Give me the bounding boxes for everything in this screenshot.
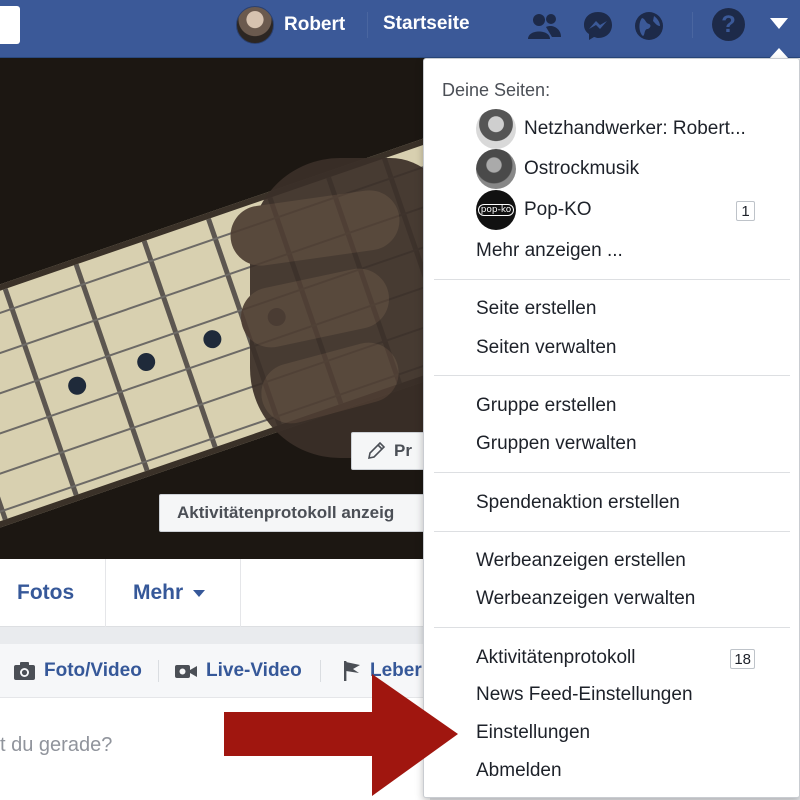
manage-pages-item[interactable]: Seiten verwalten bbox=[476, 337, 616, 359]
activity-log-item[interactable]: Aktivitätenprotokoll bbox=[476, 647, 635, 669]
manage-ads-item[interactable]: Werbeanzeigen verwalten bbox=[476, 588, 695, 610]
account-menu-caret-icon[interactable] bbox=[770, 18, 788, 29]
menu-separator bbox=[434, 627, 790, 628]
chevron-down-icon bbox=[193, 589, 206, 597]
nav-divider bbox=[692, 12, 693, 38]
menu-separator bbox=[434, 375, 790, 376]
manage-groups-item[interactable]: Gruppen verwalten bbox=[476, 433, 637, 455]
pop-ko-logo: pop-ko bbox=[477, 204, 515, 216]
activity-log-badge: 18 bbox=[730, 649, 755, 669]
avatar bbox=[236, 6, 274, 44]
action-divider bbox=[158, 660, 159, 682]
friends-icon[interactable] bbox=[526, 8, 562, 44]
action-label: Foto/Video bbox=[44, 660, 142, 681]
profile-link[interactable]: Robert bbox=[236, 6, 346, 44]
composer-placeholder: t du gerade? bbox=[0, 734, 113, 756]
menu-separator bbox=[434, 531, 790, 532]
photo-video-button[interactable]: Foto/Video bbox=[13, 644, 142, 698]
pages-header: Deine Seiten: bbox=[442, 80, 551, 100]
tab-fotos[interactable]: Fotos bbox=[17, 559, 74, 627]
page-name: Pop-KO bbox=[524, 199, 592, 220]
pencil-icon bbox=[367, 441, 386, 460]
page-item-netzhandwerker[interactable]: Netzhandwerker: Robert... bbox=[476, 109, 786, 149]
tab-label: Fotos bbox=[17, 581, 75, 604]
page-item-ostrockmusik[interactable]: Ostrockmusik bbox=[476, 149, 786, 189]
account-dropdown-menu: Deine Seiten: Netzhandwerker: Robert... … bbox=[423, 58, 800, 798]
nav-divider bbox=[240, 559, 241, 627]
hand-image bbox=[226, 158, 430, 458]
home-link[interactable]: Startseite bbox=[383, 13, 470, 35]
create-page-item[interactable]: Seite erstellen bbox=[476, 298, 596, 320]
edit-profile-label: Pr bbox=[394, 441, 412, 460]
news-feed-settings-item[interactable]: News Feed-Einstellungen bbox=[476, 684, 693, 706]
video-camera-icon bbox=[174, 662, 198, 680]
settings-item[interactable]: Einstellungen bbox=[476, 722, 590, 744]
red-arrow-annotation bbox=[224, 674, 458, 796]
messenger-icon[interactable] bbox=[580, 8, 616, 44]
page-name: Ostrockmusik bbox=[524, 158, 640, 179]
page-avatar bbox=[476, 149, 516, 189]
create-fundraiser-item[interactable]: Spendenaktion erstellen bbox=[476, 492, 680, 514]
view-activity-log-button[interactable]: Aktivitätenprotokoll anzeig bbox=[159, 494, 439, 532]
page-name: Netzhandwerker: Robert... bbox=[524, 118, 746, 139]
create-group-item[interactable]: Gruppe erstellen bbox=[476, 395, 616, 417]
more-pages-link[interactable]: Mehr anzeigen ... bbox=[476, 240, 623, 262]
page-avatar: pop-ko bbox=[476, 190, 516, 230]
profile-name: Robert bbox=[284, 14, 346, 35]
create-ads-item[interactable]: Werbeanzeigen erstellen bbox=[476, 550, 686, 572]
help-icon[interactable]: ? bbox=[712, 8, 745, 41]
cover-photo bbox=[0, 58, 430, 559]
tab-label: Mehr bbox=[133, 581, 184, 604]
search-input[interactable] bbox=[0, 6, 20, 44]
menu-separator bbox=[434, 279, 790, 280]
notifications-globe-icon[interactable] bbox=[631, 8, 667, 44]
logout-item[interactable]: Abmelden bbox=[476, 760, 562, 782]
top-navigation-bar: Robert Startseite ? bbox=[0, 0, 800, 58]
menu-separator bbox=[434, 472, 790, 473]
notification-badge: 1 bbox=[736, 201, 755, 221]
profile-nav: Fotos Mehr bbox=[0, 559, 430, 627]
nav-divider bbox=[367, 12, 368, 38]
tab-mehr[interactable]: Mehr bbox=[133, 559, 206, 627]
page-avatar bbox=[476, 109, 516, 149]
nav-divider bbox=[105, 559, 106, 627]
camera-icon bbox=[13, 661, 36, 681]
